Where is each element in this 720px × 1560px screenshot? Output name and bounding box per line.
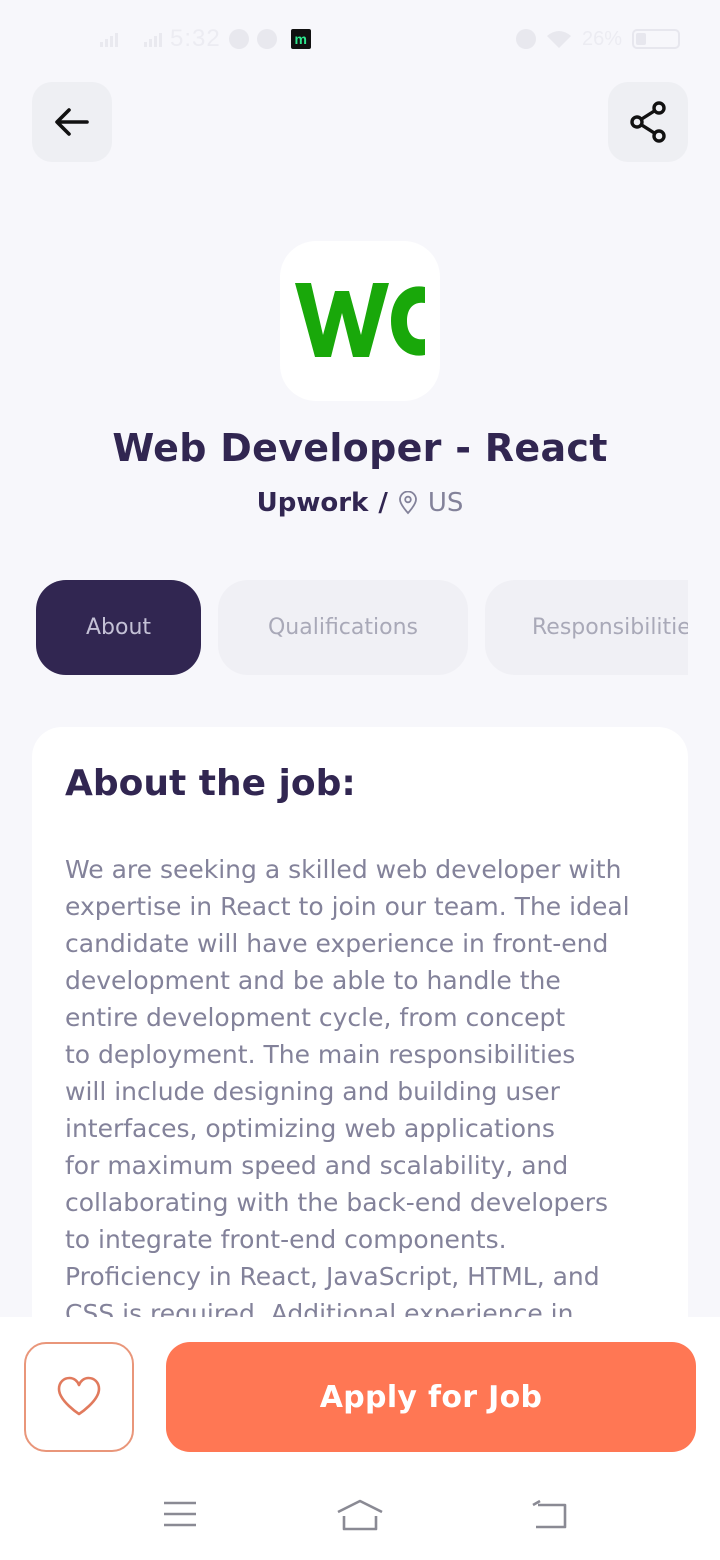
job-location: US	[427, 488, 464, 518]
about-line: development and be able to handle the	[65, 966, 561, 995]
signal-icon	[100, 31, 118, 47]
about-line: entire development cycle, from concept	[65, 1003, 566, 1032]
home-button[interactable]	[336, 1499, 384, 1535]
bottom-action-bar: Apply for Job	[0, 1317, 720, 1560]
menu-icon	[164, 1501, 196, 1527]
about-line: interfaces, optimizing web applications	[65, 1114, 555, 1143]
about-line: Proficiency in React, JavaScript, HTML, …	[65, 1262, 600, 1291]
back-nav-button[interactable]	[530, 1499, 568, 1533]
tab-qualifications[interactable]: Qualifications	[218, 580, 468, 675]
wifi-icon	[546, 31, 571, 48]
alarm-icon	[515, 29, 536, 49]
favorite-button[interactable]	[24, 1342, 134, 1452]
about-description: We are seeking a skilled web developer w…	[65, 851, 665, 1332]
tab-bar: About Qualifications Responsibilities	[36, 580, 688, 675]
about-line: will include designing and building user	[65, 1077, 560, 1106]
status-bar: 5:32 m 26%	[0, 0, 720, 76]
job-meta: Upwork / US	[0, 488, 720, 518]
apply-button[interactable]: Apply for Job	[166, 1342, 696, 1452]
company-logo-mark	[295, 283, 425, 357]
share-icon	[630, 101, 666, 143]
app-notification-icon: m	[290, 29, 311, 49]
about-heading: About the job:	[65, 763, 356, 804]
about-line: to deployment. The main responsibilities	[65, 1040, 576, 1069]
job-details-screen: 5:32 m 26% Web Developer - React Upwork …	[0, 0, 720, 1560]
recent-apps-button[interactable]	[163, 1499, 197, 1533]
about-line: We are seeking a skilled web developer w…	[65, 855, 622, 884]
status-time: 5:32	[170, 25, 221, 52]
notification-icon	[228, 29, 249, 49]
job-title: Web Developer - React	[112, 426, 608, 470]
tab-about[interactable]: About	[36, 580, 201, 675]
about-line: for maximum speed and scalability, and	[65, 1151, 569, 1180]
back-button[interactable]	[32, 82, 112, 162]
tab-responsibilities[interactable]: Responsibilities	[485, 580, 688, 675]
meta-separator: /	[378, 488, 388, 518]
company-name: Upwork	[256, 488, 369, 518]
about-line: to integrate front-end components.	[65, 1225, 507, 1254]
signal-icon	[144, 31, 162, 47]
status-bar-right: 26%	[515, 24, 680, 54]
share-button[interactable]	[608, 82, 688, 162]
return-icon	[532, 1499, 567, 1529]
about-line: candidate will have experience in front-…	[65, 929, 609, 958]
shield-icon	[256, 29, 277, 49]
home-icon	[337, 1499, 383, 1531]
company-logo	[280, 241, 440, 401]
system-nav-bar	[0, 1487, 720, 1547]
status-bar-left: 5:32 m	[100, 24, 311, 54]
about-line: collaborating with the back-end develope…	[65, 1188, 609, 1217]
arrow-left-icon	[55, 108, 89, 136]
location-pin-icon	[398, 491, 418, 515]
about-line: expertise in React to join our team. The…	[65, 892, 630, 921]
heart-icon	[57, 1376, 101, 1416]
battery-percent: 26%	[581, 27, 622, 50]
battery-icon	[632, 29, 680, 49]
